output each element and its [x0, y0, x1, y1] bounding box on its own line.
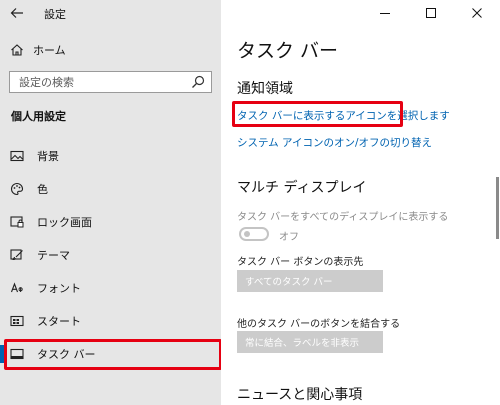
font-icon: [9, 280, 25, 296]
buttons-on-dropdown[interactable]: すべてのタスク バー: [237, 270, 383, 292]
close-icon: [472, 8, 482, 18]
lock-screen-icon: [9, 214, 25, 230]
sidebar-item-home[interactable]: ホーム: [9, 41, 66, 59]
combine-buttons-dropdown[interactable]: 常に結合、ラベルを非表示: [237, 331, 383, 353]
buttons-on-label: タスク バー ボタンの表示先: [237, 257, 364, 268]
sidebar-item-label: ロック画面: [37, 216, 92, 229]
content-pane: タスク バー 通知領域 タスク バーに表示するアイコンを選択します システム ア…: [221, 0, 500, 405]
back-button[interactable]: [8, 4, 26, 22]
sidebar: 設定 ホーム 個人用設定 背景 色 ロック画面 テーマ: [0, 0, 222, 405]
close-button[interactable]: [454, 0, 500, 26]
maximize-button[interactable]: [408, 0, 454, 26]
toggle-state-label: オフ: [279, 232, 299, 243]
sidebar-item-fonts[interactable]: フォント: [0, 274, 221, 302]
sidebar-item-label: 背景: [37, 150, 59, 163]
sidebar-item-label: 色: [37, 183, 48, 196]
sidebar-item-themes[interactable]: テーマ: [0, 241, 221, 269]
search-input[interactable]: [10, 72, 190, 92]
sidebar-item-label: フォント: [37, 282, 81, 295]
maximize-icon: [426, 8, 436, 18]
sidebar-item-start[interactable]: スタート: [0, 307, 221, 335]
news-interests-title: ニュースと関心事項: [237, 387, 363, 403]
image-icon: [9, 148, 25, 164]
show-on-all-displays-label: タスク バーをすべてのディスプレイに表示する: [237, 212, 449, 223]
notification-area-title: 通知領域: [237, 81, 293, 97]
system-icons-toggle-link[interactable]: システム アイコンのオン/オフの切り替え: [237, 135, 432, 150]
sidebar-item-colors[interactable]: 色: [0, 175, 221, 203]
sidebar-item-label: スタート: [37, 315, 81, 328]
sidebar-item-home-label: ホーム: [33, 44, 66, 57]
sidebar-item-background[interactable]: 背景: [0, 142, 221, 170]
section-heading-personalization: 個人用設定: [11, 110, 66, 123]
start-icon: [9, 313, 25, 329]
minimize-button[interactable]: [362, 0, 408, 26]
back-arrow-icon: [10, 8, 23, 18]
toggle-knob: [244, 231, 250, 237]
search-box[interactable]: [9, 71, 212, 93]
window-controls: [362, 0, 500, 26]
app-title: 設定: [44, 8, 66, 21]
scrollbar-thumb[interactable]: [496, 177, 499, 239]
minimize-icon: [380, 13, 390, 14]
highlight-box-select-icons: [232, 101, 403, 127]
sidebar-item-lock-screen[interactable]: ロック画面: [0, 208, 221, 236]
search-icon[interactable]: [191, 75, 205, 89]
highlight-box-taskbar: [4, 339, 222, 370]
titlebar-left: 設定: [0, 0, 221, 26]
brush-icon: [9, 247, 25, 263]
sidebar-item-label: テーマ: [37, 249, 70, 262]
multi-display-title: マルチ ディスプレイ: [237, 180, 367, 196]
page-title: タスク バー: [237, 40, 339, 62]
home-icon: [9, 42, 25, 58]
palette-icon: [9, 181, 25, 197]
show-on-all-displays-toggle[interactable]: [239, 227, 269, 241]
combine-buttons-label: 他のタスク バーのボタンを結合する: [237, 319, 401, 330]
